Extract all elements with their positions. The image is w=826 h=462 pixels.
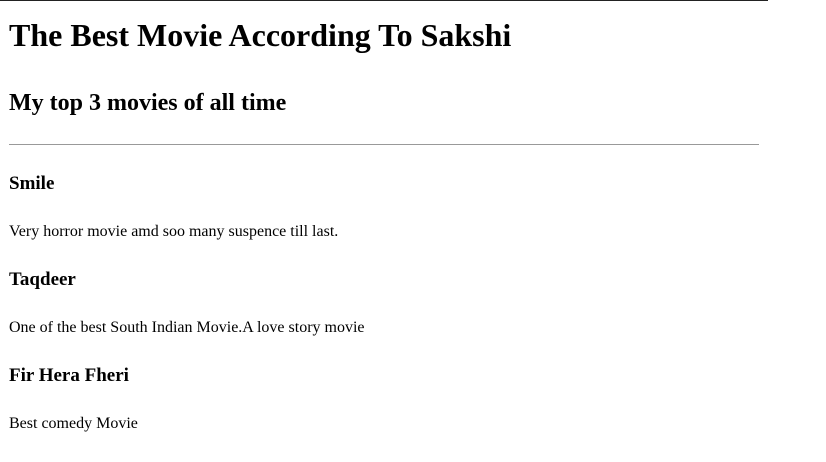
movie-description: Best comedy Movie [9, 415, 138, 432]
page-title: The Best Movie According To Sakshi [9, 17, 512, 53]
movie-title: Fir Hera Fheri [9, 365, 129, 386]
movie-title: Taqdeer [9, 269, 76, 290]
page-content: The Best Movie According To Sakshi My to… [9, 0, 759, 433]
divider [9, 144, 759, 145]
movie-description: Very horror movie amd soo many suspence … [9, 223, 339, 240]
page-subtitle: My top 3 movies of all time [9, 90, 287, 116]
movie-description: One of the best South Indian Movie.A lov… [9, 319, 365, 336]
movie-title: Smile [9, 173, 55, 194]
